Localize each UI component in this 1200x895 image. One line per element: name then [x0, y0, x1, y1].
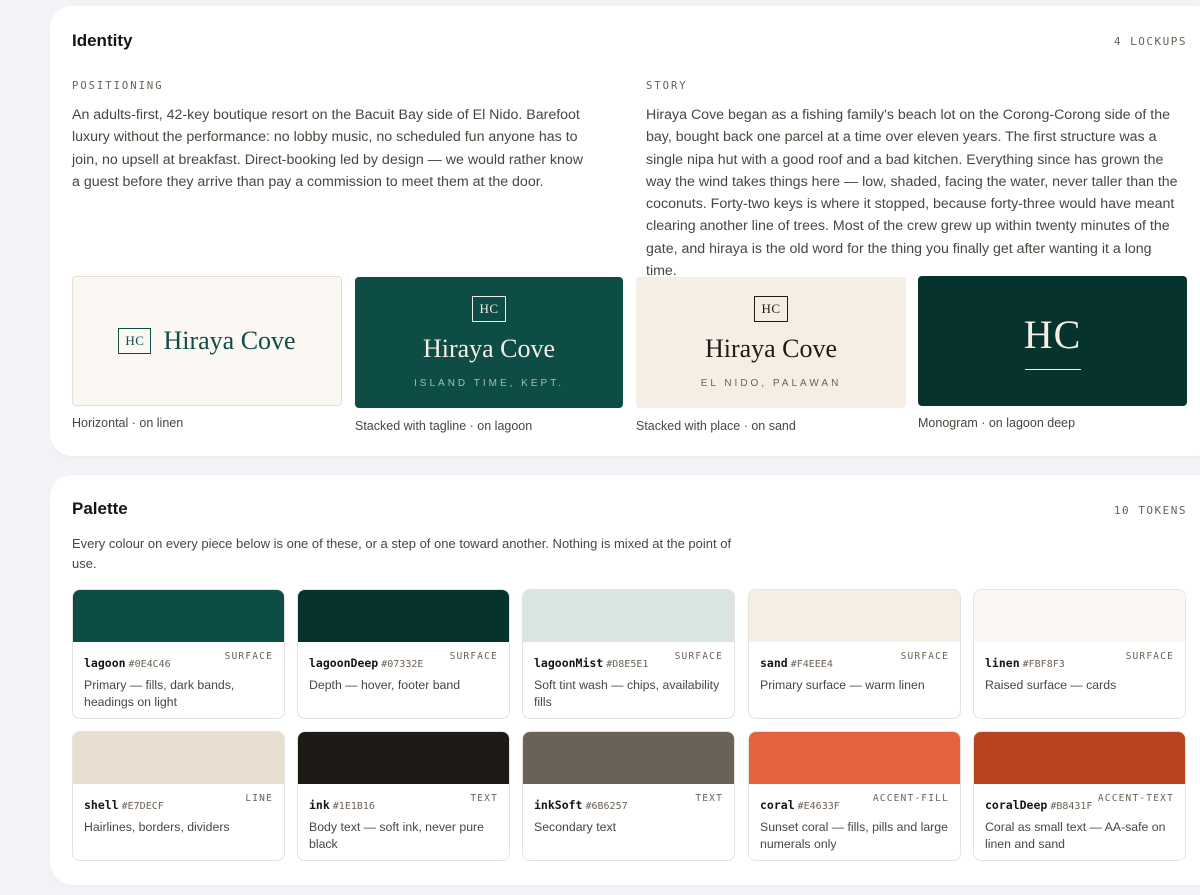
wordmark: Hiraya Cove: [422, 334, 556, 363]
token-description: Primary surface — warm linen: [760, 678, 925, 692]
palette-card: Palette 10 TOKENS Every colour on every …: [50, 475, 1200, 885]
lockup-caption: Horizontal · on linen: [72, 416, 184, 430]
swatch-chip: [298, 732, 509, 784]
token-name: lagoon: [84, 656, 126, 670]
token-description: Primary — fills, dark bands, headings on…: [84, 678, 235, 709]
lockup-caption: Monogram · on lagoon deep: [918, 416, 1076, 430]
swatch-shell: shell #E7DECF LINE Hairlines, borders, divi…: [72, 731, 285, 861]
lockup-stacked-tagline-lagoon: HC Hiraya Cove ISLAND TIME, KEPT.: [355, 277, 623, 408]
token-hex: #FBF8F3: [1022, 659, 1065, 670]
token-role: ACCENT-TEXT: [1097, 793, 1174, 804]
swatch-chip: [974, 590, 1185, 642]
lockup-count: 4 LOCKUPS: [1113, 35, 1187, 48]
lockup-caption: Stacked with place · on sand: [636, 419, 796, 433]
token-role: TEXT: [695, 793, 723, 804]
positioning-text: An adults-first, 42-key boutique resort …: [72, 107, 584, 190]
swatch-coralDeep: coralDeep #B8431F ACCENT-TEXT Coral as smal…: [973, 731, 1186, 861]
swatch-lagoon: lagoon #0E4C46 SURFACE Primary — fills, dar…: [72, 589, 285, 719]
palette-title: Palette: [72, 499, 128, 518]
swatch-chip: [749, 590, 960, 642]
tagline: EL NIDO, PALAWAN: [700, 378, 842, 389]
swatch-inkSoft: inkSoft #6B6257 TEXT Secondary text: [522, 731, 735, 861]
token-name: inkSoft: [534, 798, 583, 812]
lockup-horizontal-linen: HC Hiraya Cove: [72, 276, 342, 406]
token-hex: #E7DECF: [121, 801, 164, 812]
token-role: SURFACE: [224, 651, 273, 662]
monogram: HC: [1023, 311, 1082, 357]
swatch-name-row: coral #E4633F: [760, 798, 840, 812]
token-count: 10 TOKENS: [1113, 504, 1187, 517]
tagline: ISLAND TIME, KEPT.: [414, 378, 564, 389]
token-name: shell: [84, 798, 119, 812]
token-hex: #F4EEE4: [790, 659, 833, 670]
token-description: Depth — hover, footer band: [309, 678, 461, 692]
swatch-chip: [73, 732, 284, 784]
token-description: Body text — soft ink, never pure black: [309, 820, 484, 851]
swatch-chip: [523, 590, 734, 642]
swatch-sand: sand #F4EEE4 SURFACE Primary surface — warm…: [748, 589, 961, 719]
token-role: SURFACE: [1125, 651, 1174, 662]
token-hex: #6B6257: [585, 801, 628, 812]
token-role: ACCENT-FILL: [872, 793, 949, 804]
lockup-caption: Stacked with tagline · on lagoon: [355, 419, 533, 433]
token-description: Soft tint wash — chips, availability fil…: [534, 678, 720, 709]
token-name: linen: [985, 656, 1020, 670]
token-hex: #1E1B16: [332, 801, 375, 812]
token-role: TEXT: [470, 793, 498, 804]
swatch-chip: [974, 732, 1185, 784]
palette-intro: Every colour on every piece below is one…: [72, 536, 732, 571]
token-description: Raised surface — cards: [985, 678, 1117, 692]
token-hex: #07332E: [381, 659, 424, 670]
swatch-name-row: sand #F4EEE4: [760, 656, 833, 670]
token-hex: #D8E5E1: [606, 659, 649, 670]
lockup-stacked-place-sand: HC Hiraya Cove EL NIDO, PALAWAN: [636, 277, 906, 408]
token-role: SURFACE: [900, 651, 949, 662]
lockup-monogram-lagoon-deep: HC: [918, 276, 1187, 406]
identity-card: Identity 4 LOCKUPS POSITIONING An adults…: [50, 6, 1200, 456]
token-name: coralDeep: [985, 798, 1048, 812]
swatch-lagoonDeep: lagoonDeep #07332E SURFACE Depth — hover, f…: [297, 589, 510, 719]
swatch-chip: [298, 590, 509, 642]
swatch-name-row: inkSoft #6B6257: [534, 798, 628, 812]
swatch-name-row: lagoonMist #D8E5E1: [534, 656, 648, 670]
wordmark: Hiraya Cove: [704, 334, 838, 363]
story-label: STORY: [646, 80, 688, 92]
swatch-chip: [523, 732, 734, 784]
monogram-box: HC: [754, 296, 788, 322]
monogram-box: HC: [118, 328, 152, 354]
token-description: Secondary text: [534, 820, 617, 834]
token-description: Hairlines, borders, dividers: [84, 820, 230, 834]
token-role: SURFACE: [674, 651, 723, 662]
token-role: LINE: [245, 793, 273, 804]
swatch-name-row: shell #E7DECF: [84, 798, 164, 812]
token-name: sand: [760, 656, 788, 670]
swatch-chip: [73, 590, 284, 642]
token-hex: #0E4C46: [128, 659, 171, 670]
swatch-name-row: lagoonDeep #07332E: [309, 656, 423, 670]
token-description: Coral as small text — AA-safe on linen a…: [985, 820, 1166, 851]
token-name: ink: [309, 798, 330, 812]
token-description: Sunset coral — fills, pills and large nu…: [760, 820, 948, 851]
monogram-rule: [1024, 368, 1081, 370]
token-name: coral: [760, 798, 795, 812]
swatch-name-row: linen #FBF8F3: [985, 656, 1065, 670]
swatch-chip: [749, 732, 960, 784]
token-hex: #B8431F: [1050, 801, 1093, 812]
swatch-name-row: ink #1E1B16: [309, 798, 375, 812]
swatch-name-row: coralDeep #B8431F: [985, 798, 1092, 812]
positioning-label: POSITIONING: [72, 80, 164, 92]
token-name: lagoonDeep: [309, 656, 379, 670]
swatch-name-row: lagoon #0E4C46: [84, 656, 171, 670]
token-role: SURFACE: [449, 651, 498, 662]
swatch-lagoonMist: lagoonMist #D8E5E1 SURFACE Soft tint wash —…: [522, 589, 735, 719]
swatch-linen: linen #FBF8F3 SURFACE Raised surface — card…: [973, 589, 1186, 719]
swatch-coral: coral #E4633F ACCENT-FILL Sunset coral — fi…: [748, 731, 961, 861]
token-name: lagoonMist: [534, 656, 604, 670]
monogram-box: HC: [472, 296, 506, 322]
token-hex: #E4633F: [797, 801, 840, 812]
identity-title: Identity: [72, 31, 133, 50]
swatch-ink: ink #1E1B16 TEXT Body text — soft ink, neve…: [297, 731, 510, 861]
wordmark: Hiraya Cove: [163, 326, 296, 355]
story-text: Hiraya Cove began as a fishing family's …: [646, 107, 1178, 280]
